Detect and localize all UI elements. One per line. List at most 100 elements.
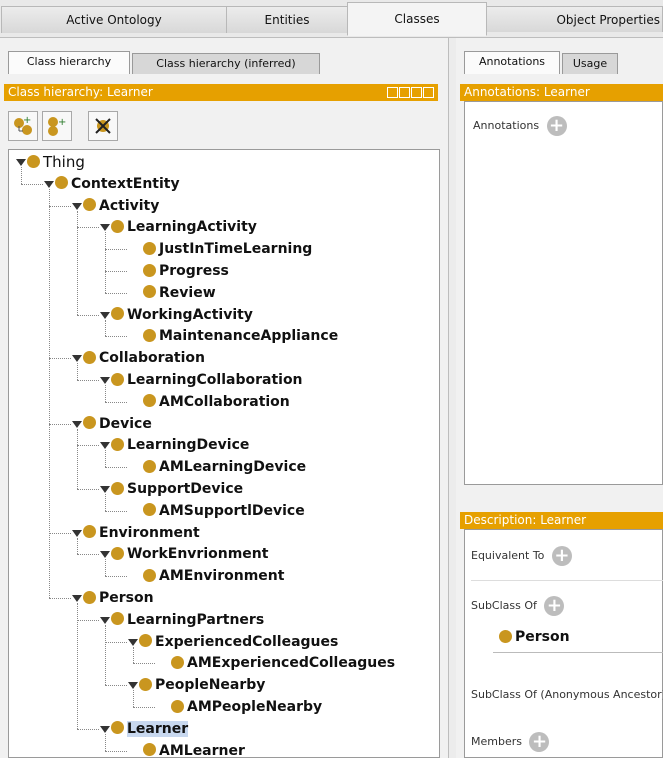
class-node-learning-collaboration[interactable]: LearningCollaboration [111, 369, 303, 391]
tree-connector [77, 445, 99, 447]
tree-guide-line [77, 210, 78, 315]
expand-toggle-icon[interactable] [16, 159, 26, 166]
tree-connector [105, 467, 127, 469]
view-controls[interactable] [386, 86, 434, 98]
class-node-amenvironment[interactable]: AMEnvironment [143, 565, 284, 587]
expand-toggle-icon[interactable] [72, 202, 82, 210]
divider [493, 652, 663, 653]
anonymous-ancestor-label: SubClass Of (Anonymous Ancestor) [471, 688, 663, 701]
class-node-experienced-colleagues[interactable]: ExperiencedColleagues [139, 631, 338, 653]
expand-toggle-icon[interactable] [100, 224, 110, 232]
class-node-activity[interactable]: Activity [83, 195, 159, 217]
tab-annotations[interactable]: Annotations [464, 51, 560, 74]
expand-toggle-icon[interactable] [100, 725, 110, 733]
add-subclass-button[interactable]: + [8, 111, 38, 141]
expand-toggle-icon[interactable] [100, 442, 110, 450]
add-member-icon[interactable]: + [529, 732, 550, 752]
add-superclass-icon[interactable]: + [544, 596, 565, 616]
class-label: ContextEntity [71, 175, 180, 192]
class-node-amcollaboration[interactable]: AMCollaboration [143, 391, 290, 413]
view-list-icon[interactable] [399, 87, 410, 98]
class-node-learning-partners[interactable]: LearningPartners [111, 609, 264, 631]
add-annotation-icon[interactable]: + [546, 116, 567, 136]
tab-classes[interactable]: Classes [347, 2, 487, 36]
view-float-icon[interactable] [411, 87, 422, 98]
expand-toggle-icon[interactable] [72, 529, 82, 537]
tree-connector [105, 685, 127, 687]
class-node-just-in-time-learning[interactable]: JustInTimeLearning [143, 238, 312, 260]
description-area: Equivalent To + SubClass Of + Person Sub… [464, 529, 663, 758]
expand-toggle-icon[interactable] [128, 638, 138, 646]
delete-class-button[interactable] [88, 111, 118, 141]
tree-connector [105, 401, 127, 403]
class-node-maintenance-appliance[interactable]: MaintenanceAppliance [143, 325, 338, 347]
class-node-amlearning-device[interactable]: AMLearningDevice [143, 456, 306, 478]
expand-toggle-icon[interactable] [44, 180, 54, 188]
expand-toggle-icon[interactable] [100, 377, 110, 384]
class-node-person[interactable]: Person [83, 587, 154, 609]
tab-usage[interactable]: Usage [562, 53, 618, 74]
class-node-device[interactable]: Device [83, 413, 152, 435]
class-node-work-envrionment[interactable]: WorkEnvrionment [111, 543, 268, 565]
class-node-working-activity[interactable]: WorkingActivity [111, 304, 253, 326]
class-node-progress[interactable]: Progress [143, 260, 229, 282]
class-node-environment[interactable]: Environment [83, 522, 200, 544]
tree-connector [133, 663, 155, 665]
class-node-people-nearby[interactable]: PeopleNearby [139, 674, 265, 696]
class-node-context-entity[interactable]: ContextEntity [55, 173, 180, 195]
tab-active-ontology[interactable]: Active Ontology [1, 6, 227, 33]
class-label: Activity [99, 197, 160, 214]
expand-toggle-icon[interactable] [72, 595, 82, 602]
annotations-area[interactable]: Annotations + [464, 101, 663, 485]
tree-connector [21, 183, 43, 185]
class-icon [143, 328, 156, 342]
class-icon [111, 546, 124, 560]
delete-class-icon [95, 118, 111, 134]
class-node-thing[interactable]: Thing [27, 151, 85, 173]
expand-toggle-icon[interactable] [128, 682, 138, 690]
view-menu-icon[interactable] [387, 87, 398, 98]
class-node-learning-device[interactable]: LearningDevice [111, 434, 249, 456]
expand-toggle-icon[interactable] [100, 311, 110, 319]
expand-toggle-icon[interactable] [72, 355, 82, 363]
tab-entities[interactable]: Entities [226, 6, 348, 33]
class-icon [143, 241, 156, 255]
expand-toggle-icon[interactable] [72, 420, 82, 428]
subclass-value-person[interactable]: Person [499, 626, 570, 648]
class-icon [111, 372, 124, 386]
add-sibling-button[interactable]: + [42, 111, 72, 141]
class-node-amexperienced-colleagues[interactable]: AMExperiencedColleagues [171, 652, 395, 674]
view-close-icon[interactable] [423, 87, 434, 98]
class-node-amlearner[interactable]: AMLearner [143, 740, 245, 757]
class-icon [143, 394, 156, 408]
class-node-review[interactable]: Review [143, 282, 216, 304]
class-hierarchy-panel: Class hierarchy Class hierarchy (inferre… [0, 38, 449, 758]
tab-class-hierarchy-inferred[interactable]: Class hierarchy (inferred) [132, 53, 320, 74]
class-node-ampeople-nearby[interactable]: AMPeopleNearby [171, 696, 322, 718]
expand-toggle-icon[interactable] [100, 551, 110, 559]
add-equivalent-icon[interactable]: + [551, 546, 572, 566]
expand-toggle-icon[interactable] [100, 616, 110, 624]
class-node-support-device[interactable]: SupportDevice [111, 478, 243, 500]
class-tree[interactable]: Thing ContextEntity Activity LearningActivi… [8, 149, 440, 758]
class-node-amsupportl-device[interactable]: AMSupportlDevice [143, 500, 305, 522]
add-sibling-icon: + [48, 117, 66, 136]
tab-object-properties[interactable]: Object Properties [486, 6, 663, 32]
tree-connector [105, 336, 127, 338]
tree-guide-line [133, 690, 134, 707]
subclass-of-row: SubClass Of + [471, 596, 565, 616]
expand-toggle-icon[interactable] [100, 486, 110, 493]
class-node-learning-activity[interactable]: LearningActivity [111, 216, 257, 238]
class-node-learner[interactable]: Learner [111, 718, 189, 740]
class-label: AMLearningDevice [159, 459, 307, 476]
class-node-collaboration[interactable]: Collaboration [83, 347, 205, 369]
tree-guide-line [49, 188, 50, 598]
tree-connector [105, 292, 127, 294]
tab-class-hierarchy[interactable]: Class hierarchy [8, 51, 130, 74]
tree-guide-line [105, 450, 106, 468]
tree-connector [105, 271, 127, 272]
class-icon [499, 629, 512, 643]
description-title: Description: Learner [464, 513, 587, 527]
tree-connector [105, 249, 127, 251]
class-label: WorkEnvrionment [127, 546, 269, 563]
